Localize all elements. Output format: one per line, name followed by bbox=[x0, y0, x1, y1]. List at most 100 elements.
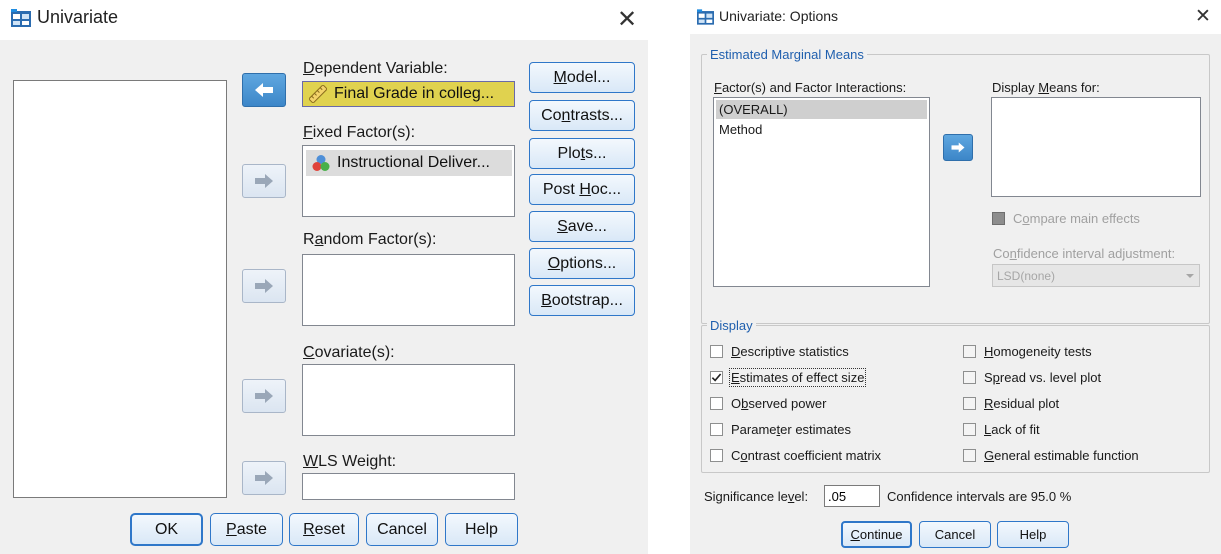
chevron-down-icon bbox=[1186, 273, 1194, 278]
random-factor-list[interactable] bbox=[302, 254, 515, 326]
covariate-label: Covariate(s): bbox=[303, 344, 395, 361]
display-means-label: Display Means for: bbox=[992, 80, 1100, 95]
nominal-circles-icon bbox=[312, 155, 330, 171]
move-dependent-button[interactable] bbox=[242, 73, 286, 107]
list-item[interactable]: (OVERALL) bbox=[716, 100, 927, 119]
checkbox-box bbox=[710, 396, 723, 410]
dialog-body: Dependent Variable: Final Grade in colle… bbox=[0, 40, 648, 554]
title-bar: Univariate: Options ✕ bbox=[690, 0, 1221, 34]
right-arrow-icon bbox=[255, 389, 273, 403]
display-means-list[interactable] bbox=[991, 97, 1201, 197]
spss-app-icon bbox=[11, 9, 31, 27]
checkbox-box bbox=[710, 448, 723, 462]
cancel-button[interactable]: Cancel bbox=[366, 513, 438, 546]
dependent-variable-value: Final Grade in colleg... bbox=[334, 85, 495, 102]
checkbox-box bbox=[963, 344, 976, 358]
checkbox-box bbox=[710, 344, 723, 358]
general-estimable-checkbox[interactable]: General estimable function bbox=[963, 446, 1139, 464]
close-icon[interactable]: ✕ bbox=[1195, 7, 1211, 26]
fixed-factor-label: Fixed Factor(s): bbox=[303, 124, 416, 141]
checkbox-box bbox=[963, 370, 976, 384]
descriptive-statistics-checkbox[interactable]: Descriptive statistics bbox=[710, 342, 849, 360]
right-arrow-icon bbox=[255, 279, 273, 293]
checkbox-label: Observed power bbox=[731, 395, 827, 411]
lack-of-fit-checkbox[interactable]: Lack of fit bbox=[963, 420, 1040, 438]
checkbox-box bbox=[963, 396, 976, 410]
dependent-variable-label: Dependent Variable: bbox=[303, 60, 448, 77]
bootstrap-button[interactable]: Bootstrap... bbox=[529, 285, 635, 316]
save-button[interactable]: Save... bbox=[529, 211, 635, 242]
options-dialog: Univariate: Options ✕ Estimated Marginal… bbox=[690, 0, 1221, 554]
checkbox-box bbox=[710, 370, 723, 384]
compare-main-effects-label: Compare main effects bbox=[1013, 210, 1140, 226]
reset-button[interactable]: Reset bbox=[289, 513, 359, 546]
parameter-estimates-checkbox[interactable]: Parameter estimates bbox=[710, 420, 851, 438]
residual-plot-checkbox[interactable]: Residual plot bbox=[963, 394, 1059, 412]
dependent-variable-field[interactable]: Final Grade in colleg... bbox=[302, 81, 515, 107]
move-display-means-button[interactable] bbox=[943, 134, 973, 161]
scale-ruler-icon bbox=[309, 85, 327, 103]
spread-level-plot-checkbox[interactable]: Spread vs. level plot bbox=[963, 368, 1101, 386]
list-item[interactable]: Instructional Deliver... bbox=[306, 150, 512, 176]
list-item[interactable]: Method bbox=[716, 120, 927, 139]
checkbox-box bbox=[710, 422, 723, 436]
fixed-factor-value: Instructional Deliver... bbox=[337, 154, 490, 171]
confidence-intervals-text: Confidence intervals are 95.0 % bbox=[887, 489, 1072, 504]
ok-button[interactable]: OK bbox=[130, 513, 203, 546]
move-fixed-factor-button[interactable] bbox=[242, 164, 286, 198]
window-title: Univariate bbox=[37, 7, 119, 27]
checkbox-label: Parameter estimates bbox=[731, 421, 851, 437]
observed-power-checkbox[interactable]: Observed power bbox=[710, 394, 826, 412]
ci-adjustment-select[interactable]: LSD(none) bbox=[992, 264, 1200, 287]
checkbox-box bbox=[992, 211, 1005, 225]
checkmark-icon bbox=[711, 372, 722, 382]
plots-button[interactable]: Plots... bbox=[529, 138, 635, 169]
checkbox-label: Homogeneity tests bbox=[984, 343, 1092, 359]
checkbox-box bbox=[963, 422, 976, 436]
fixed-factor-list[interactable]: Instructional Deliver... bbox=[302, 145, 515, 217]
wls-weight-label: WLS Weight: bbox=[303, 453, 397, 470]
homogeneity-tests-checkbox[interactable]: Homogeneity tests bbox=[963, 342, 1092, 360]
compare-main-effects-checkbox[interactable]: Compare main effects bbox=[992, 209, 1140, 227]
significance-label: Significance level: bbox=[704, 489, 809, 504]
options-button[interactable]: Options... bbox=[529, 248, 635, 279]
univariate-dialog: Univariate ✕ Dependent Variable: Final G… bbox=[0, 0, 648, 554]
help-button[interactable]: Help bbox=[997, 521, 1069, 548]
continue-button[interactable]: Continue bbox=[841, 521, 912, 548]
source-variable-list[interactable] bbox=[13, 80, 227, 498]
paste-button[interactable]: Paste bbox=[210, 513, 283, 546]
ci-adjustment-label: Confidence interval adjustment: bbox=[993, 246, 1176, 261]
model-button[interactable]: Model... bbox=[529, 62, 635, 93]
spss-app-icon bbox=[697, 9, 714, 25]
display-group-title: Display bbox=[707, 318, 756, 333]
covariate-list[interactable] bbox=[302, 364, 515, 436]
title-bar: Univariate ✕ bbox=[0, 0, 648, 40]
right-arrow-icon bbox=[951, 142, 965, 153]
right-arrow-icon bbox=[255, 174, 273, 188]
wls-weight-field[interactable] bbox=[302, 473, 515, 500]
contrasts-button[interactable]: Contrasts... bbox=[529, 100, 635, 131]
close-icon[interactable]: ✕ bbox=[617, 8, 637, 32]
factors-list[interactable]: (OVERALL) Method bbox=[713, 97, 930, 287]
move-wls-weight-button[interactable] bbox=[242, 461, 286, 495]
ci-adjustment-value: LSD(none) bbox=[997, 268, 1056, 283]
move-covariate-button[interactable] bbox=[242, 379, 286, 413]
checkbox-label: Spread vs. level plot bbox=[984, 369, 1102, 385]
effect-size-checkbox[interactable]: Estimates of effect size bbox=[710, 367, 867, 387]
contrast-coefficient-checkbox[interactable]: Contrast coefficient matrix bbox=[710, 446, 881, 464]
post-hoc-button[interactable]: Post Hoc... bbox=[529, 174, 635, 205]
factors-label: Factor(s) and Factor Interactions: bbox=[714, 80, 907, 95]
move-random-factor-button[interactable] bbox=[242, 269, 286, 303]
dialog-body: Estimated Marginal Means Factor(s) and F… bbox=[690, 34, 1221, 554]
help-button[interactable]: Help bbox=[445, 513, 518, 546]
window-title: Univariate: Options bbox=[719, 8, 839, 24]
significance-input[interactable] bbox=[824, 485, 880, 507]
checkbox-label: Lack of fit bbox=[984, 421, 1040, 437]
right-arrow-icon bbox=[255, 471, 273, 485]
emm-group-title: Estimated Marginal Means bbox=[707, 47, 867, 62]
checkbox-label: Estimates of effect size bbox=[728, 367, 867, 387]
random-factor-label: Random Factor(s): bbox=[303, 231, 437, 248]
cancel-button[interactable]: Cancel bbox=[919, 521, 991, 548]
checkbox-box bbox=[963, 448, 976, 462]
checkbox-label: Descriptive statistics bbox=[731, 343, 849, 359]
